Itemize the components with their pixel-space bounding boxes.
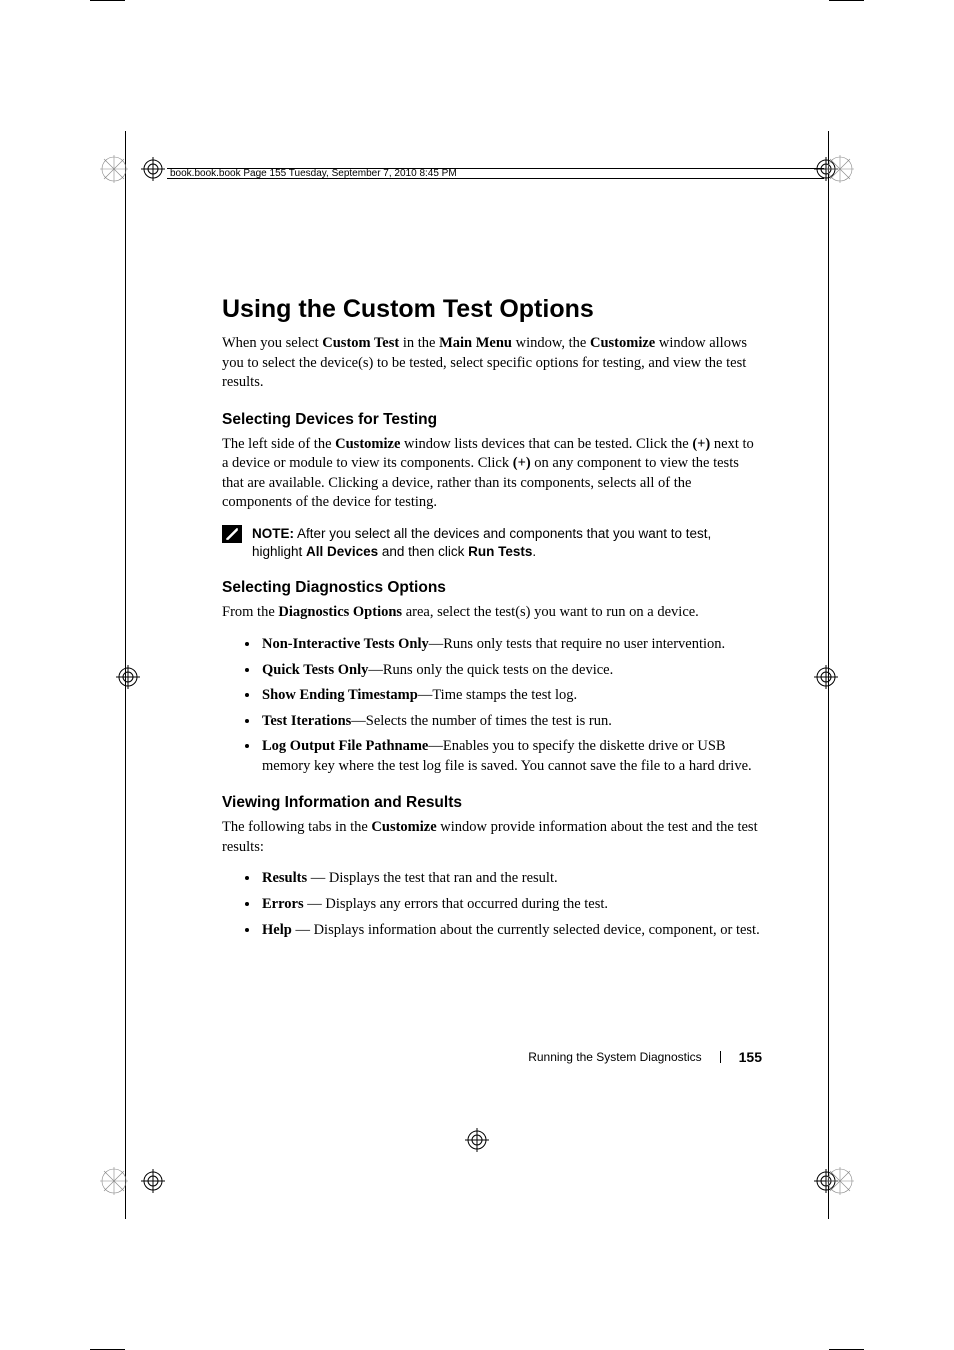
heading-main: Using the Custom Test Options: [222, 295, 762, 324]
intro-paragraph: When you select Custom Test in the Main …: [222, 334, 762, 393]
heading-selecting-devices: Selecting Devices for Testing: [222, 411, 762, 429]
page-footer: Running the System Diagnostics 155: [528, 1049, 762, 1065]
heading-viewing-results: Viewing Information and Results: [222, 794, 762, 812]
starburst-mark-icon: [100, 1167, 128, 1195]
crop-mark: [90, 0, 125, 1]
list-item: Non-Interactive Tests Only—Runs only tes…: [260, 635, 762, 655]
list-item: Log Output File Pathname—Enables you to …: [260, 737, 762, 776]
starburst-mark-icon: [826, 155, 854, 183]
list-item: Results — Displays the test that ran and…: [260, 869, 762, 889]
list-item: Test Iterations—Selects the number of ti…: [260, 712, 762, 732]
selecting-devices-paragraph: The left side of the Customize window li…: [222, 435, 762, 513]
list-item: Show Ending Timestamp—Time stamps the te…: [260, 686, 762, 706]
register-mark-icon: [141, 1169, 165, 1193]
starburst-mark-icon: [100, 155, 128, 183]
crop-mark: [829, 0, 864, 1]
results-paragraph: The following tabs in the Customize wind…: [222, 818, 762, 857]
results-list: Results — Displays the test that ran and…: [222, 869, 762, 940]
register-mark-icon: [814, 665, 838, 689]
list-item: Quick Tests Only—Runs only the quick tes…: [260, 661, 762, 681]
page-header-meta: book.book.book Page 155 Tuesday, Septemb…: [167, 168, 824, 179]
note-icon: [222, 525, 242, 543]
diagnostics-list: Non-Interactive Tests Only—Runs only tes…: [222, 635, 762, 776]
footer-page-number: 155: [739, 1049, 762, 1065]
register-mark-icon: [116, 665, 140, 689]
footer-section: Running the System Diagnostics: [528, 1050, 701, 1064]
note-text: NOTE: After you select all the devices a…: [252, 525, 762, 561]
list-item: Errors — Displays any errors that occurr…: [260, 895, 762, 915]
list-item: Help — Displays information about the cu…: [260, 921, 762, 941]
heading-diagnostics-options: Selecting Diagnostics Options: [222, 579, 762, 597]
starburst-mark-icon: [826, 1167, 854, 1195]
note-block: NOTE: After you select all the devices a…: [222, 525, 762, 561]
footer-separator: [720, 1051, 721, 1063]
register-mark-icon: [465, 1128, 489, 1152]
diagnostics-paragraph: From the Diagnostics Options area, selec…: [222, 603, 762, 623]
page-content: Using the Custom Test Options When you s…: [222, 295, 762, 948]
register-mark-icon: [141, 157, 165, 181]
